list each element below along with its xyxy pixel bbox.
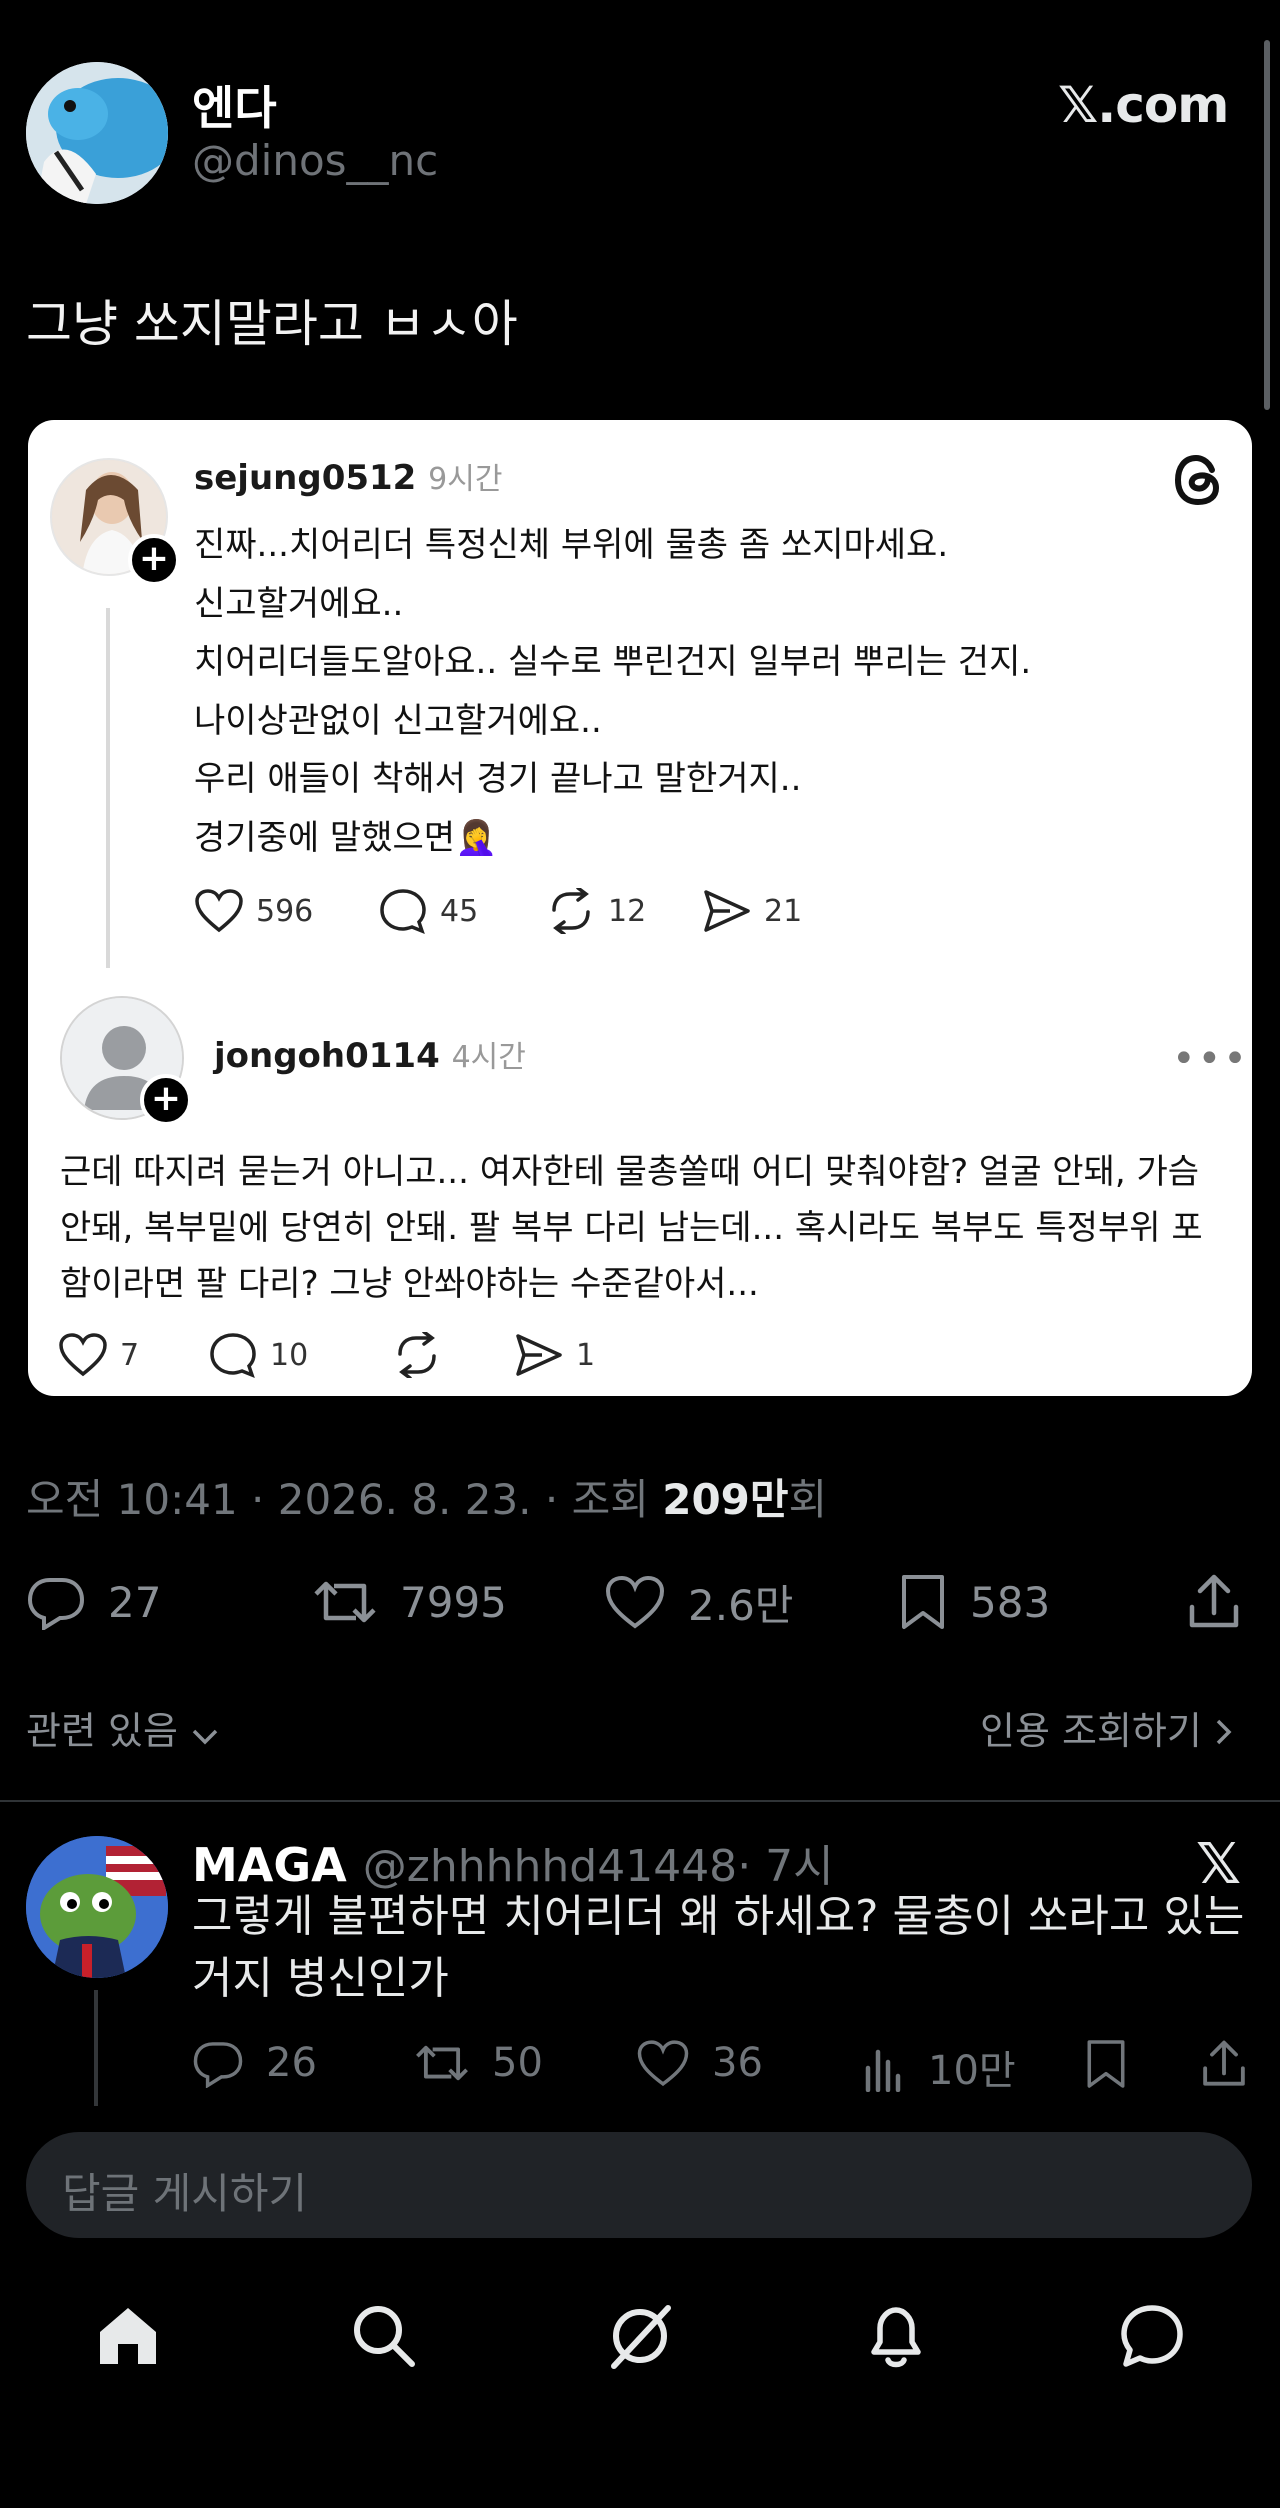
reply-thread-line — [94, 1990, 98, 2106]
reply-handle: @zhhhhhd41448 — [362, 1841, 738, 1892]
text-line: 신고할거에요.. — [194, 583, 404, 624]
repost-action[interactable] — [392, 1332, 442, 1378]
post-meta: 오전 10:41 · 2026. 8. 23. · 조회 209만회 — [26, 1466, 827, 1527]
like-action[interactable]: 7 — [58, 1332, 139, 1378]
reply-like-stat[interactable]: 36 — [636, 2038, 763, 2088]
reply-avatar[interactable] — [26, 1836, 168, 1978]
post-stats: 27 7995 2.6만 583 — [26, 1566, 1254, 1638]
text-line: 근데 따지려 묻는거 아니고... 여자한테 물총쏠때 어디 맞춰야함? 얼굴 … — [60, 1152, 1200, 1192]
share-icon — [1189, 1574, 1239, 1628]
post-timestamp: 오전 10:41 · 2026. 8. 23. · 조회 — [26, 1475, 663, 1524]
like-stat[interactable]: 2.6만 — [604, 1572, 793, 1633]
tab-notifications[interactable] — [856, 2296, 936, 2376]
heart-icon — [195, 889, 243, 933]
threads-post-1-actions: 596 45 12 21 — [194, 884, 894, 938]
divider — [0, 1800, 1280, 1802]
repost-stat[interactable]: 7995 — [312, 1574, 507, 1630]
chat-bubble-icon — [1121, 2305, 1183, 2367]
x-com-brand: 𝕏.com — [1058, 76, 1229, 134]
comment-icon — [380, 889, 426, 935]
reply-views-stat[interactable]: 10만 — [862, 2038, 1016, 2096]
tab-grok[interactable] — [600, 2296, 680, 2376]
view-count: 209만 — [662, 1475, 789, 1524]
threads-user-1[interactable]: sejung0512 9시간 — [194, 454, 502, 498]
heart-icon — [605, 1575, 665, 1629]
follow-plus-icon[interactable]: + — [140, 1074, 192, 1126]
view-quotes-link[interactable]: 인용 조회하기 — [980, 1700, 1234, 1756]
grok-icon — [611, 2305, 671, 2369]
search-icon — [354, 2306, 415, 2367]
author-display-name[interactable]: 엔다 — [192, 72, 277, 138]
text-line: 안돼, 복부밑에 당연히 안돼. 팔 복부 다리 남는데... 혹시라도 복부도… — [60, 1208, 1203, 1248]
reply-icon — [27, 1578, 85, 1630]
retweet-icon — [314, 1581, 376, 1623]
tab-messages[interactable] — [1112, 2296, 1192, 2376]
reply-repost-stat[interactable]: 50 — [414, 2038, 543, 2088]
heart-icon — [59, 1333, 107, 1377]
bookmark-icon — [1087, 2040, 1125, 2088]
chevron-down-icon — [190, 1712, 220, 1756]
retweet-icon — [416, 2045, 468, 2081]
analytics-icon — [865, 2049, 901, 2092]
threads-time-1: 9시간 — [428, 462, 503, 497]
reply-composer[interactable]: 답글 게시하기 — [26, 2132, 1252, 2238]
follow-plus-icon[interactable]: + — [128, 534, 180, 586]
comment-action[interactable]: 45 — [378, 887, 478, 935]
comment-icon — [210, 1333, 256, 1379]
composer-placeholder: 답글 게시하기 — [62, 2169, 308, 2218]
reply-bookmark[interactable] — [1084, 2038, 1128, 2090]
reply-author[interactable]: MAGA @zhhhhhd41448· 7시 — [192, 1830, 834, 1894]
share-icon — [1203, 2040, 1245, 2086]
reply-actions: 26 50 36 10만 — [192, 2034, 1252, 2098]
reply-reply-stat[interactable]: 26 — [192, 2038, 317, 2088]
post-text: 그냥 쏘지말라고 ㅂㅅ아 — [26, 295, 518, 353]
threads-user-2[interactable]: jongoh0114 4시간 — [214, 1032, 526, 1076]
related-toggle[interactable]: 관련 있음 — [26, 1700, 220, 1756]
author-handle[interactable]: @dinos__nc — [192, 136, 438, 185]
threads-post-2-actions: 7 10 1 — [58, 1328, 658, 1382]
tab-home[interactable] — [88, 2296, 168, 2376]
like-action[interactable]: 596 — [194, 888, 313, 934]
more-options-icon[interactable]: ••• — [1172, 1036, 1249, 1082]
text-line: 우리 애들이 착해서 경기 끝나고 말한거지.. — [194, 759, 802, 799]
repost-action[interactable]: 12 — [546, 888, 646, 934]
text-line: 경기중에 말했으면🤦‍♀️ — [194, 817, 498, 858]
repost-icon — [552, 888, 590, 934]
author-avatar[interactable] — [26, 62, 168, 204]
view-count-suffix: 회 — [788, 1475, 828, 1524]
bookmark-icon — [902, 1575, 944, 1629]
threads-post-2-text: 근데 따지려 묻는거 아니고... 여자한테 물총쏠때 어디 맞춰야함? 얼굴 … — [60, 1144, 1230, 1312]
tab-search[interactable] — [344, 2296, 424, 2376]
text-line: 나이상관없이 신고할거에요.. — [194, 700, 602, 741]
text-line: 치어리더들도알아요.. 실수로 뿌린건지 일부러 뿌리는 건지. — [194, 642, 1032, 682]
repost-icon — [398, 1332, 436, 1378]
reply-stat[interactable]: 27 — [26, 1574, 161, 1630]
scrollbar[interactable] — [1264, 40, 1270, 410]
share-button[interactable] — [1186, 1573, 1242, 1631]
reply-share[interactable] — [1200, 2038, 1248, 2090]
home-icon — [100, 2308, 156, 2364]
share-action[interactable]: 21 — [702, 888, 802, 934]
threads-time-2: 4시간 — [451, 1040, 526, 1075]
bookmark-stat[interactable]: 583 — [898, 1573, 1050, 1631]
bell-icon — [871, 2307, 921, 2368]
reply-text: 그렇게 불편하면 치어리더 왜 하세요? 물총이 쏘라고 있는 거지 병신인가 — [192, 1891, 1245, 2004]
embedded-threads-card[interactable]: + sejung0512 9시간 진짜...치어리더 특정신체 부위에 물총 좀… — [28, 420, 1252, 1396]
bottom-tab-bar — [0, 2296, 1280, 2376]
reply-time: · 7시 — [737, 1841, 834, 1892]
comment-action[interactable]: 10 — [208, 1331, 308, 1379]
send-icon — [516, 1334, 562, 1376]
text-line: 진짜...치어리더 특정신체 부위에 물총 좀 쏘지마세요. — [194, 525, 949, 565]
share-action[interactable]: 1 — [514, 1332, 595, 1378]
chevron-right-icon — [1214, 1712, 1234, 1756]
threads-post-1-text: 진짜...치어리더 특정신체 부위에 물총 좀 쏘지마세요. 신고할거에요.. … — [194, 516, 1031, 867]
thread-connector — [106, 608, 110, 968]
text-line: 함이라면 팔 다리? 그냥 안쏴야하는 수준같아서... — [60, 1264, 759, 1304]
send-icon — [704, 890, 750, 932]
threads-logo-icon — [1168, 450, 1228, 510]
heart-icon — [637, 2040, 689, 2087]
reply-icon — [193, 2042, 243, 2088]
